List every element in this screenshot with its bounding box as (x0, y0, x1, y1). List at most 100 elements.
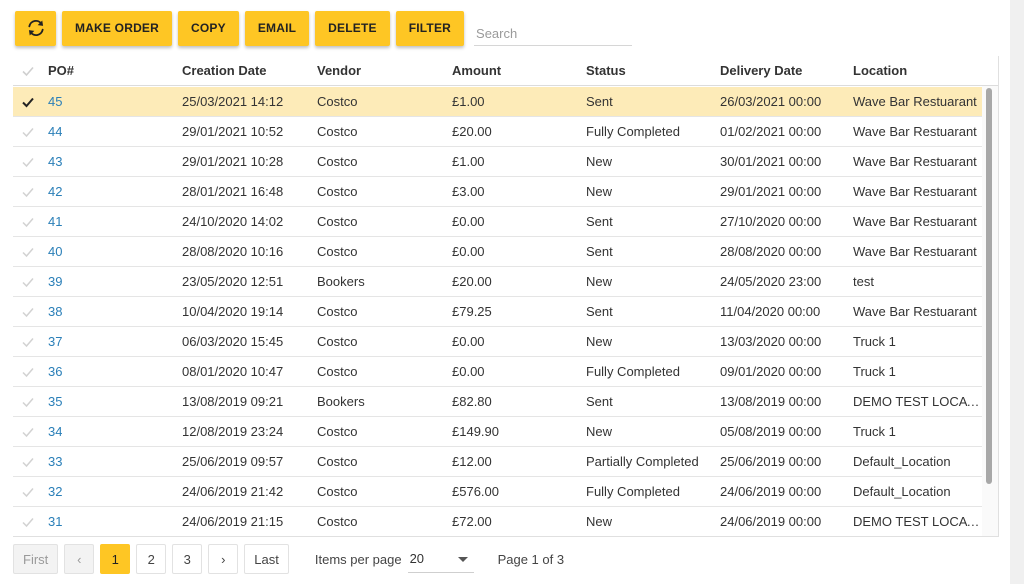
column-header-vendor[interactable]: Vendor (317, 56, 361, 86)
row-check-icon[interactable] (21, 305, 35, 319)
make-order-button[interactable]: MAKE ORDER (62, 10, 173, 46)
vendor-cell: Costco (317, 124, 358, 139)
delete-button[interactable]: DELETE (315, 10, 390, 46)
amount-cell: £0.00 (452, 364, 485, 379)
po-link[interactable]: 32 (48, 477, 62, 507)
status-cell: Fully Completed (586, 364, 680, 379)
po-link[interactable]: 33 (48, 447, 62, 477)
row-check-icon[interactable] (21, 455, 35, 469)
po-link[interactable]: 34 (48, 417, 62, 447)
row-check-icon[interactable] (21, 215, 35, 229)
status-cell: Fully Completed (586, 124, 680, 139)
po-link[interactable]: 43 (48, 147, 62, 177)
scrollbar-thumb[interactable] (986, 88, 992, 484)
po-link[interactable]: 44 (48, 117, 62, 147)
status-cell: New (586, 514, 613, 529)
vertical-scrollbar[interactable] (982, 86, 998, 536)
filter-button[interactable]: FILTER (395, 10, 465, 46)
po-link[interactable]: 37 (48, 327, 62, 357)
vendor-cell: Costco (317, 184, 358, 199)
po-link[interactable]: 35 (48, 387, 62, 417)
creation-date-cell: 08/01/2020 10:47 (182, 364, 284, 379)
table-row[interactable]: 31 24/06/2019 21:15 Costco £72.00 New 24/06/2… (13, 507, 983, 536)
po-link[interactable]: 42 (48, 177, 62, 207)
items-per-page-value: 20 (409, 551, 425, 566)
delivery-date-cell: 24/06/2019 00:00 (720, 484, 822, 499)
table-row[interactable]: 36 08/01/2020 10:47 Costco £0.00 Fully Compl… (13, 357, 983, 387)
table-row[interactable]: 41 24/10/2020 14:02 Costco £0.00 Sent 27/10/2… (13, 207, 983, 237)
row-check-icon[interactable] (21, 95, 35, 109)
row-check-icon[interactable] (21, 485, 35, 499)
next-page-button[interactable]: › (208, 544, 239, 574)
location-cell: test (853, 274, 874, 289)
search-input[interactable] (474, 20, 633, 46)
page-2-button[interactable]: 2 (136, 544, 167, 574)
table-row[interactable]: 34 12/08/2019 23:24 Costco £149.90 New 05/08/… (13, 417, 983, 447)
table-row[interactable]: 37 06/03/2020 15:45 Costco £0.00 New 13/03/20… (13, 327, 983, 357)
page-info: Page 1 of 3 (497, 551, 565, 567)
po-link[interactable]: 31 (48, 507, 62, 536)
location-cell: Truck 1 (853, 334, 896, 349)
po-link[interactable]: 39 (48, 267, 62, 297)
column-header-creation-date[interactable]: Creation Date (182, 56, 267, 86)
vendor-cell: Costco (317, 214, 358, 229)
copy-button[interactable]: COPY (178, 10, 239, 46)
amount-cell: £72.00 (452, 514, 492, 529)
table-row[interactable]: 38 10/04/2020 19:14 Costco £79.25 Sent 11/04/… (13, 297, 983, 327)
table-row[interactable]: 35 13/08/2019 09:21 Bookers £82.80 Sent 13/08… (13, 387, 983, 417)
po-link[interactable]: 41 (48, 207, 62, 237)
delivery-date-cell: 26/03/2021 00:00 (720, 94, 822, 109)
po-link[interactable]: 40 (48, 237, 62, 267)
row-check-icon[interactable] (21, 155, 35, 169)
refresh-button[interactable] (15, 10, 56, 46)
delivery-date-cell: 01/02/2021 00:00 (720, 124, 822, 139)
row-check-icon[interactable] (21, 365, 35, 379)
email-button[interactable]: EMAIL (244, 10, 310, 46)
amount-cell: £0.00 (452, 334, 485, 349)
first-page-button[interactable]: First (13, 544, 59, 574)
table-row[interactable]: 42 28/01/2021 16:48 Costco £3.00 New 29/01/20… (13, 177, 983, 207)
row-check-icon[interactable] (21, 245, 35, 259)
row-check-icon[interactable] (21, 515, 35, 529)
items-per-page-select[interactable]: 20 (407, 545, 474, 573)
status-cell: Sent (586, 304, 613, 319)
status-cell: New (586, 424, 613, 439)
status-cell: New (586, 154, 613, 169)
status-cell: Sent (586, 244, 613, 259)
row-check-icon[interactable] (21, 425, 35, 439)
select-all-check-icon[interactable] (21, 64, 35, 78)
vendor-cell: Bookers (317, 394, 365, 409)
po-link[interactable]: 36 (48, 357, 62, 387)
row-check-icon[interactable] (21, 395, 35, 409)
column-header-amount[interactable]: Amount (452, 56, 501, 86)
amount-cell: £1.00 (452, 94, 485, 109)
status-cell: New (586, 274, 613, 289)
creation-date-cell: 28/01/2021 16:48 (182, 184, 284, 199)
location-cell: Wave Bar Restuarant (853, 214, 977, 229)
row-check-icon[interactable] (21, 185, 35, 199)
table-row[interactable]: 44 29/01/2021 10:52 Costco £20.00 Fully Comp… (13, 117, 983, 147)
creation-date-cell: 29/01/2021 10:28 (182, 154, 284, 169)
table-row[interactable]: 43 29/01/2021 10:28 Costco £1.00 New 30/01/20… (13, 147, 983, 177)
table-row[interactable]: 40 28/08/2020 10:16 Costco £0.00 Sent 28/08/2… (13, 237, 983, 267)
vendor-cell: Costco (317, 514, 358, 529)
po-link[interactable]: 38 (48, 297, 62, 327)
row-check-icon[interactable] (21, 125, 35, 139)
column-header-location[interactable]: Location (853, 56, 981, 86)
table-row[interactable]: 45 25/03/2021 14:12 Costco £1.00 Sent 26/03/2… (13, 87, 983, 117)
page-3-button[interactable]: 3 (172, 544, 203, 574)
row-check-icon[interactable] (21, 335, 35, 349)
delivery-date-cell: 13/03/2020 00:00 (720, 334, 822, 349)
page-1-button[interactable]: 1 (100, 544, 131, 574)
table-row[interactable]: 39 23/05/2020 12:51 Bookers £20.00 New 24/05/… (13, 267, 983, 297)
column-header-delivery-date[interactable]: Delivery Date (720, 56, 802, 86)
row-check-icon[interactable] (21, 275, 35, 289)
prev-page-button[interactable]: ‹ (64, 544, 95, 574)
last-page-button[interactable]: Last (244, 544, 289, 574)
table-row[interactable]: 33 25/06/2019 09:57 Costco £12.00 Partially … (13, 447, 983, 477)
table-row[interactable]: 32 24/06/2019 21:42 Costco £576.00 Fully Com… (13, 477, 983, 507)
column-header-po[interactable]: PO# (48, 56, 74, 86)
column-header-status[interactable]: Status (586, 56, 626, 86)
po-link[interactable]: 45 (48, 87, 62, 117)
creation-date-cell: 24/06/2019 21:42 (182, 484, 284, 499)
